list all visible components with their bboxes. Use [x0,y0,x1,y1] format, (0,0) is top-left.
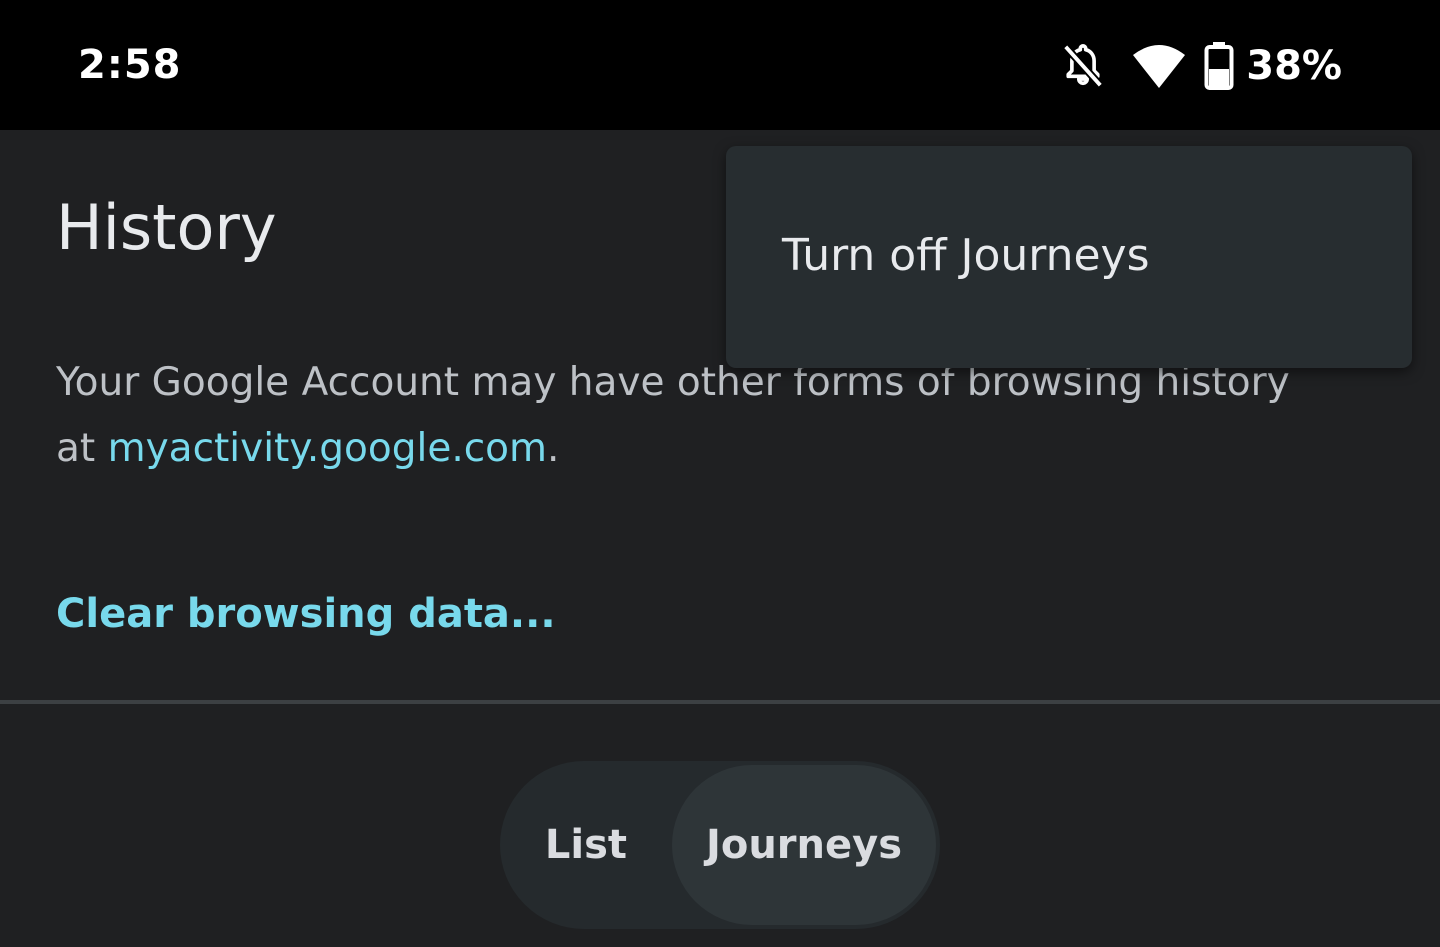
divider [0,700,1440,704]
status-icons: 38% [1060,40,1342,92]
account-info-text: Your Google Account may have other forms… [56,350,1336,482]
clear-browsing-data-link[interactable]: Clear browsing data... [56,586,556,642]
overflow-menu: Turn off Journeys [726,146,1412,368]
battery-icon [1204,42,1234,90]
turn-off-journeys-menu-item[interactable]: Turn off Journeys [726,146,1412,368]
view-mode-toggle: List Journeys [500,761,940,929]
myactivity-link[interactable]: myactivity.google.com [108,426,547,471]
status-bar: 2:58 38% [0,0,1440,130]
battery-percent: 38% [1246,43,1342,89]
account-info-suffix: . [547,426,560,471]
journeys-tab[interactable]: Journeys [672,765,936,925]
page-title: History [56,191,277,264]
wifi-icon [1132,43,1186,89]
history-screen: 2:58 38% History Your Google Account may… [0,0,1440,947]
status-time: 2:58 [78,42,182,88]
bell-off-icon [1060,41,1106,91]
list-tab[interactable]: List [500,761,672,929]
